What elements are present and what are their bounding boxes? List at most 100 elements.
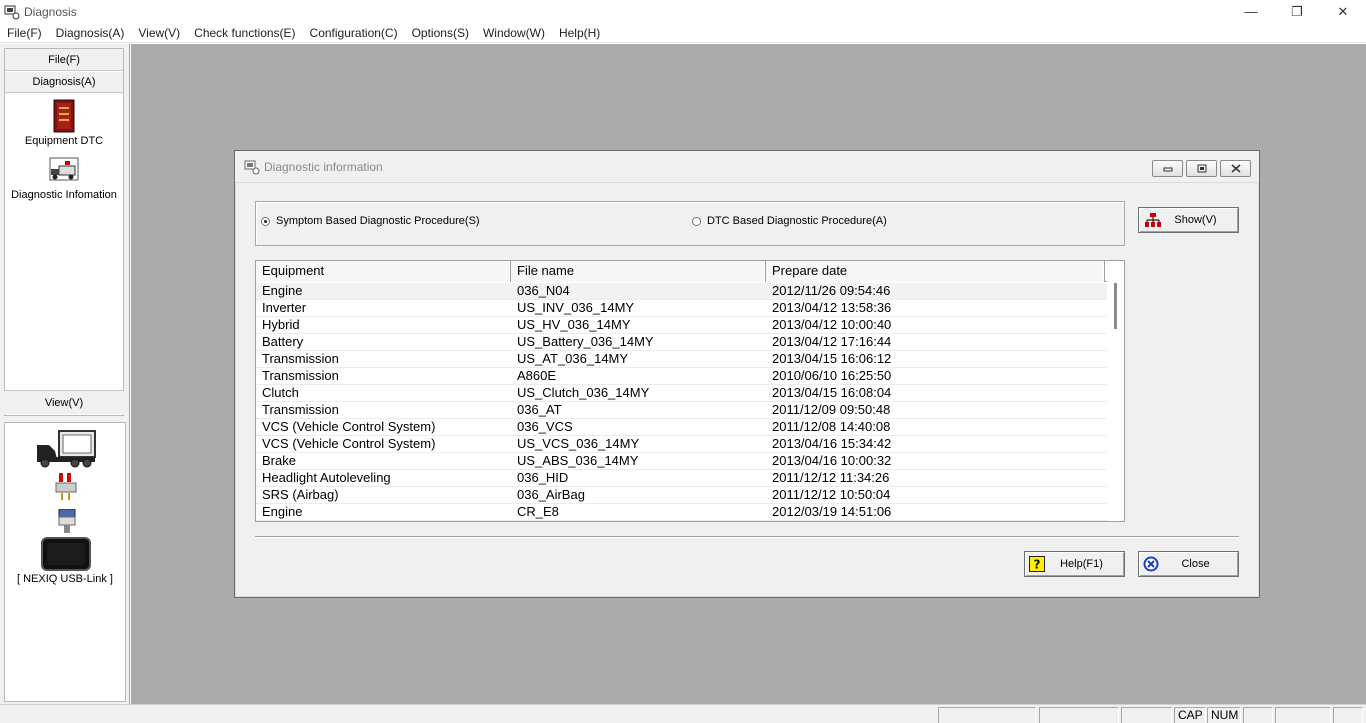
table-row[interactable]: Transmission A860E 2010/06/10 16:25:50 — [256, 368, 1108, 385]
cell-prepare-date: 2011/12/09 09:50:48 — [772, 402, 891, 417]
connector-icon — [55, 473, 77, 500]
procedure-radio-group: Symptom Based Diagnostic Procedure(S) DT… — [255, 201, 1125, 246]
table-row[interactable]: Battery US_Battery_036_14MY 2013/04/12 17:… — [256, 334, 1108, 351]
cell-prepare-date: 2013/04/12 13:58:36 — [772, 300, 892, 315]
menu-options[interactable]: Options(S) — [405, 26, 476, 40]
plug-icon — [58, 509, 76, 533]
cell-equipment: Brake — [262, 453, 296, 468]
cell-prepare-date: 2013/04/12 10:00:40 — [772, 317, 892, 332]
close-icon — [1231, 164, 1240, 173]
cell-prepare-date: 2013/04/15 16:08:04 — [772, 385, 892, 400]
minimize-button[interactable]: — — [1228, 0, 1274, 23]
restore-button[interactable]: ❐ — [1274, 0, 1320, 23]
cell-file-name: 036_N04 — [517, 283, 570, 298]
window-controls: — ❐ ✕ — [1228, 0, 1366, 23]
diagnostic-information-dialog: Diagnostic information Symptom Based Dia… — [234, 150, 1260, 598]
cell-prepare-date: 2013/04/16 15:34:42 — [772, 436, 892, 451]
radio-dtc-based[interactable]: DTC Based Diagnostic Procedure(A) — [692, 215, 887, 227]
window-titlebar: Diagnosis — ❐ ✕ — [0, 0, 1366, 23]
menu-help[interactable]: Help(H) — [552, 26, 607, 40]
dialog-app-icon — [244, 160, 260, 174]
table-row[interactable]: SRS (Airbag) 036_AirBag 2011/12/12 10:50:0… — [256, 487, 1108, 504]
radio-symptom-label: Symptom Based Diagnostic Procedure(S) — [276, 215, 480, 227]
cell-prepare-date: 2010/06/10 16:25:50 — [772, 368, 892, 383]
cell-prepare-date: 2013/04/15 16:06:12 — [772, 351, 892, 366]
toolbox-file-header[interactable]: File(F) — [5, 49, 123, 71]
show-button[interactable]: Show(V) — [1138, 207, 1239, 233]
cell-equipment: Hybrid — [262, 317, 300, 332]
status-cell — [938, 707, 1036, 723]
cell-file-name: 036_AirBag — [517, 487, 585, 502]
toolbox-diagnosis-header[interactable]: Diagnosis(A) — [5, 71, 123, 93]
table-row[interactable]: VCS (Vehicle Control System) US_VCS_036_1… — [256, 436, 1108, 453]
cell-file-name: US_HV_036_14MY — [517, 317, 631, 332]
radio-symptom-based[interactable]: Symptom Based Diagnostic Procedure(S) — [261, 215, 480, 227]
table-row[interactable]: Brake US_ABS_036_14MY 2013/04/16 10:00:32 — [256, 453, 1108, 470]
dialog-maximize-button[interactable] — [1186, 160, 1217, 177]
cell-file-name: US_INV_036_14MY — [517, 300, 635, 315]
dialog-minimize-button[interactable] — [1152, 160, 1183, 177]
list-body: Engine 036_N04 2012/11/26 09:54:46 Inverter… — [256, 283, 1108, 521]
equipment-list: Equipment File name Prepare date Engine 0… — [255, 260, 1125, 522]
cell-equipment: SRS (Airbag) — [262, 487, 339, 502]
tool-equipment-dtc[interactable]: Equipment DTC — [5, 99, 123, 147]
cell-file-name: US_ABS_036_14MY — [517, 453, 639, 468]
toolbox-view-header[interactable]: View(V) — [4, 390, 124, 414]
minimize-icon — [1163, 167, 1172, 171]
status-num: NUM — [1207, 707, 1241, 723]
table-row[interactable]: Engine CR_E8 2012/03/19 14:51:06 — [256, 504, 1108, 521]
cell-equipment: Inverter — [262, 300, 307, 315]
help-button[interactable]: ? Help(F1) — [1024, 551, 1125, 577]
close-window-button[interactable]: ✕ — [1320, 0, 1366, 23]
book-icon — [53, 99, 75, 133]
cell-prepare-date: 2013/04/16 10:00:32 — [772, 453, 892, 468]
menu-file[interactable]: File(F) — [0, 26, 49, 40]
list-header: Equipment File name Prepare date — [256, 261, 1108, 282]
cell-file-name: US_Battery_036_14MY — [517, 334, 654, 349]
table-row[interactable]: Transmission US_AT_036_14MY 2013/04/15 16:… — [256, 351, 1108, 368]
truck-document-icon — [49, 157, 79, 181]
menu-check-functions[interactable]: Check functions(E) — [187, 26, 302, 40]
table-row[interactable]: VCS (Vehicle Control System) 036_VCS 2011/… — [256, 419, 1108, 436]
radio-dtc-indicator[interactable] — [692, 216, 701, 226]
cell-file-name: US_VCS_036_14MY — [517, 436, 640, 451]
cell-equipment: Headlight Autoleveling — [262, 470, 391, 485]
status-cell — [1333, 707, 1363, 723]
list-scrollbar[interactable] — [1107, 261, 1124, 521]
table-row[interactable]: Transmission 036_AT 2011/12/09 09:50:48 — [256, 402, 1108, 419]
tool-diagnostic-information-label: Diagnostic Infomation — [11, 189, 117, 201]
cell-prepare-date: 2012/03/19 14:51:06 — [772, 504, 892, 519]
menu-configuration[interactable]: Configuration(C) — [303, 26, 405, 40]
table-row[interactable]: Hybrid US_HV_036_14MY 2013/04/12 10:00:40 — [256, 317, 1108, 334]
device-panel: [ NEXIQ USB-Link ] — [4, 422, 126, 702]
close-button[interactable]: Close — [1138, 551, 1239, 577]
device-label: [ NEXIQ USB-Link ] — [17, 573, 113, 585]
cell-equipment: Battery — [262, 334, 304, 349]
cell-file-name: 036_HID — [517, 470, 569, 485]
scrollbar-thumb[interactable] — [1114, 283, 1117, 329]
maximize-icon — [1197, 164, 1206, 173]
column-file-name[interactable]: File name — [511, 261, 766, 282]
show-button-label: Show(V) — [1174, 214, 1217, 226]
table-row[interactable]: Headlight Autoleveling 036_HID 2011/12/12 … — [256, 470, 1108, 487]
table-row[interactable]: Inverter US_INV_036_14MY 2013/04/12 13:58:… — [256, 300, 1108, 317]
column-equipment[interactable]: Equipment — [256, 261, 511, 282]
window-title: Diagnosis — [24, 4, 77, 19]
cell-equipment: Transmission — [262, 402, 339, 417]
truck-icon — [37, 430, 96, 468]
menu-diagnosis[interactable]: Diagnosis(A) — [49, 26, 132, 40]
table-row[interactable]: Clutch US_Clutch_036_14MY 2013/04/15 16:08… — [256, 385, 1108, 402]
tool-equipment-dtc-label: Equipment DTC — [24, 135, 104, 147]
cell-equipment: Clutch — [262, 385, 299, 400]
cell-prepare-date: 2011/12/12 11:34:26 — [772, 470, 890, 485]
menu-window[interactable]: Window(W) — [476, 26, 552, 40]
cell-equipment: VCS (Vehicle Control System) — [262, 419, 436, 434]
dialog-close-button[interactable] — [1220, 160, 1251, 177]
column-prepare-date[interactable]: Prepare date — [766, 261, 1105, 282]
cell-prepare-date: 2011/12/12 10:50:04 — [772, 487, 891, 502]
menu-view[interactable]: View(V) — [131, 26, 187, 40]
cell-equipment: Engine — [262, 283, 303, 298]
tool-diagnostic-information[interactable]: Diagnostic Infomation — [5, 157, 123, 201]
radio-symptom-indicator[interactable] — [261, 216, 270, 226]
table-row[interactable]: Engine 036_N04 2012/11/26 09:54:46 — [256, 283, 1108, 300]
